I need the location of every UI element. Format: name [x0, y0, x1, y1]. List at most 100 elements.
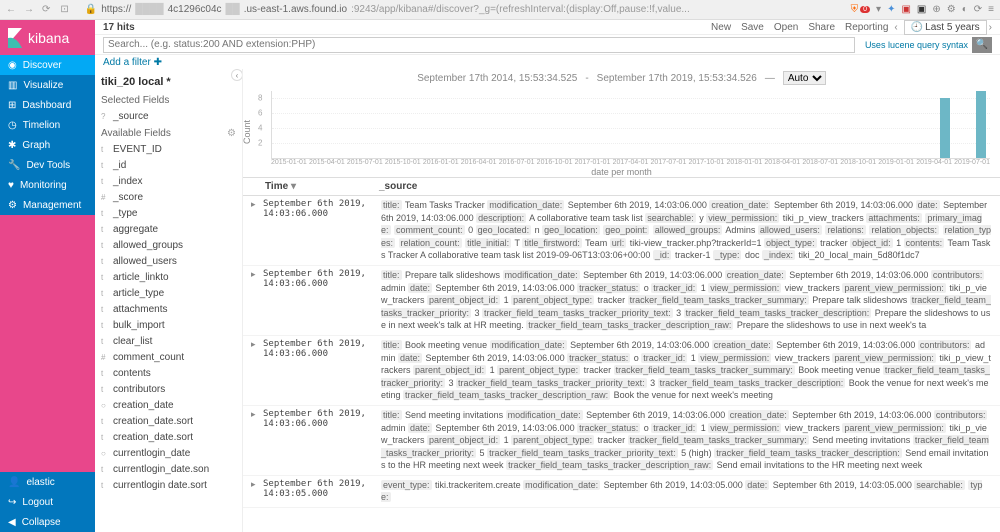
nav-timelion[interactable]: ◷Timelion	[0, 115, 95, 135]
field-attachments[interactable]: tattachments	[101, 301, 236, 317]
index-pattern[interactable]: tiki_20 local *	[101, 73, 236, 91]
search-button[interactable]: 🔍	[972, 37, 992, 53]
collapse-fields-icon[interactable]: ‹	[231, 69, 243, 81]
doc-row[interactable]: ▸September 6th 2019, 14:03:05.000event_t…	[243, 476, 1000, 508]
browser-chrome: ← → ⟳ ⊡ 🔒 https:// ████ 4c1296c04c ██ .u…	[0, 0, 1000, 20]
collapse-icon: ◀	[8, 517, 16, 528]
field-comment_count[interactable]: #comment_count	[101, 349, 236, 365]
gear-icon[interactable]: ⚙	[227, 128, 236, 139]
doc-list[interactable]: ▸September 6th 2019, 14:03:06.000title: …	[243, 196, 1000, 532]
field-clear_list[interactable]: tclear_list	[101, 333, 236, 349]
expand-icon[interactable]: ▸	[251, 409, 263, 472]
ext-icon-4[interactable]: ⊕	[932, 4, 940, 15]
nav-elastic[interactable]: 👤elastic	[0, 472, 95, 492]
shield-badge: 0	[860, 6, 870, 13]
sync-icon[interactable]: ⟳	[974, 4, 982, 15]
bookmark-icon[interactable]: ▾	[876, 4, 881, 15]
col-source[interactable]: _source	[379, 181, 992, 192]
ext-icon-5[interactable]: ⚙	[947, 4, 956, 15]
ext-icon-6[interactable]: ◐	[962, 4, 968, 15]
url-bar[interactable]: 🔒 https:// ████ 4c1296c04c ██ .us-east-1…	[81, 4, 851, 15]
chart-bar[interactable]	[976, 91, 986, 158]
nav-collapse[interactable]: ◀Collapse	[0, 512, 95, 532]
field-_source[interactable]: ?_source	[101, 108, 236, 124]
field-contributors[interactable]: tcontributors	[101, 381, 236, 397]
field-article_linkto[interactable]: tarticle_linkto	[101, 269, 236, 285]
field-bulk_import[interactable]: tbulk_import	[101, 317, 236, 333]
kibana-sidebar: kibana ◉Discover▥Visualize⊞Dashboard◷Tim…	[0, 20, 95, 532]
time-next[interactable]: ›	[989, 22, 992, 33]
field-creation_date[interactable]: ○creation_date	[101, 397, 236, 413]
field-allowed_groups[interactable]: tallowed_groups	[101, 237, 236, 253]
nav-discover[interactable]: ◉Discover	[0, 55, 95, 75]
nav-monitoring[interactable]: ♥Monitoring	[0, 175, 95, 195]
search-input[interactable]	[103, 37, 855, 53]
bar-icon: ▥	[8, 80, 17, 91]
field-aggregate[interactable]: taggregate	[101, 221, 236, 237]
field-currentlogin date.sort[interactable]: tcurrentlogin date.sort	[101, 477, 236, 493]
nav-bottom: 👤elastic↪Logout◀Collapse	[0, 472, 95, 532]
menu-icon[interactable]: ≡	[988, 4, 994, 15]
logout-icon: ↪	[8, 497, 16, 508]
doc-time: September 6th 2019, 14:03:05.000	[263, 479, 381, 504]
nav-dashboard[interactable]: ⊞Dashboard	[0, 95, 95, 115]
doc-row[interactable]: ▸September 6th 2019, 14:03:06.000title: …	[243, 336, 1000, 406]
nav-logout[interactable]: ↪Logout	[0, 492, 95, 512]
save-button[interactable]: Save	[741, 22, 764, 33]
wrench-icon: 🔧	[8, 160, 20, 171]
field-contents[interactable]: tcontents	[101, 365, 236, 381]
open-button[interactable]: Open	[774, 22, 798, 33]
ext-icon-3[interactable]: ▣	[917, 4, 926, 15]
timepicker[interactable]: 🕘Last 5 years	[904, 20, 987, 35]
field-allowed_users[interactable]: tallowed_users	[101, 253, 236, 269]
topbar: 17 hits New Save Open Share Reporting ‹ …	[95, 20, 1000, 35]
ext-icon-2[interactable]: ▣	[901, 4, 910, 15]
nav-visualize[interactable]: ▥Visualize	[0, 75, 95, 95]
reporting-button[interactable]: Reporting	[845, 22, 888, 33]
histogram-chart[interactable]: Count 2468 2015-01-012015-04-012015-07-0…	[243, 87, 1000, 177]
nav-management[interactable]: ⚙Management	[0, 195, 95, 215]
doc-row[interactable]: ▸September 6th 2019, 14:03:06.000title: …	[243, 196, 1000, 266]
col-time[interactable]: Time ▾	[251, 181, 379, 192]
sort-desc-icon[interactable]: ▾	[291, 181, 296, 192]
ext-icon-1[interactable]: ✦	[887, 4, 895, 15]
shield-icon[interactable]: ⛨	[851, 4, 859, 15]
field-_index[interactable]: t_index	[101, 173, 236, 189]
lucene-hint[interactable]: Uses lucene query syntax	[865, 40, 968, 50]
field-creation_date.sort[interactable]: tcreation_date.sort	[101, 413, 236, 429]
nav-graph[interactable]: ✱Graph	[0, 135, 95, 155]
new-button[interactable]: New	[711, 22, 731, 33]
expand-icon[interactable]: ▸	[251, 269, 263, 332]
user-icon: 👤	[8, 477, 20, 488]
histogram-header: September 17th 2014, 15:53:34.525 - Sept…	[243, 69, 1000, 87]
nav-dev tools[interactable]: 🔧Dev Tools	[0, 155, 95, 175]
main: 17 hits New Save Open Share Reporting ‹ …	[95, 20, 1000, 532]
expand-icon[interactable]: ▸	[251, 479, 263, 504]
doc-source: title: Prepare talk slideshows modificat…	[381, 269, 992, 332]
field-article_type[interactable]: tarticle_type	[101, 285, 236, 301]
field-currentlogin_date.son[interactable]: tcurrentlogin_date.son	[101, 461, 236, 477]
forward-button[interactable]: →	[24, 4, 34, 15]
kibana-logo[interactable]: kibana	[0, 20, 95, 55]
expand-icon[interactable]: ▸	[251, 199, 263, 262]
add-filter-button[interactable]: Add a filter ✚	[103, 57, 162, 68]
back-button[interactable]: ←	[6, 4, 16, 15]
time-prev[interactable]: ‹	[894, 22, 897, 33]
field-EVENT_ID[interactable]: tEVENT_ID	[101, 141, 236, 157]
field-_type[interactable]: t_type	[101, 205, 236, 221]
field-_score[interactable]: #_score	[101, 189, 236, 205]
field-creation_date.sort[interactable]: tcreation_date.sort	[101, 429, 236, 445]
chart-ylabel: Count	[243, 120, 252, 144]
expand-icon[interactable]: ▸	[251, 339, 263, 402]
clock-icon: 🕘	[911, 22, 923, 33]
reload-button[interactable]: ⟳	[42, 4, 50, 15]
share-button[interactable]: Share	[808, 22, 835, 33]
doc-source: title: Send meeting invitations modifica…	[381, 409, 992, 472]
doc-row[interactable]: ▸September 6th 2019, 14:03:06.000title: …	[243, 406, 1000, 476]
field-_id[interactable]: t_id	[101, 157, 236, 173]
doc-row[interactable]: ▸September 6th 2019, 14:03:06.000title: …	[243, 266, 1000, 336]
field-currentlogin_date[interactable]: ○currentlogin_date	[101, 445, 236, 461]
interval-select[interactable]: Auto	[783, 71, 826, 85]
results: September 17th 2014, 15:53:34.525 - Sept…	[243, 69, 1000, 532]
chart-bar[interactable]	[940, 98, 950, 158]
